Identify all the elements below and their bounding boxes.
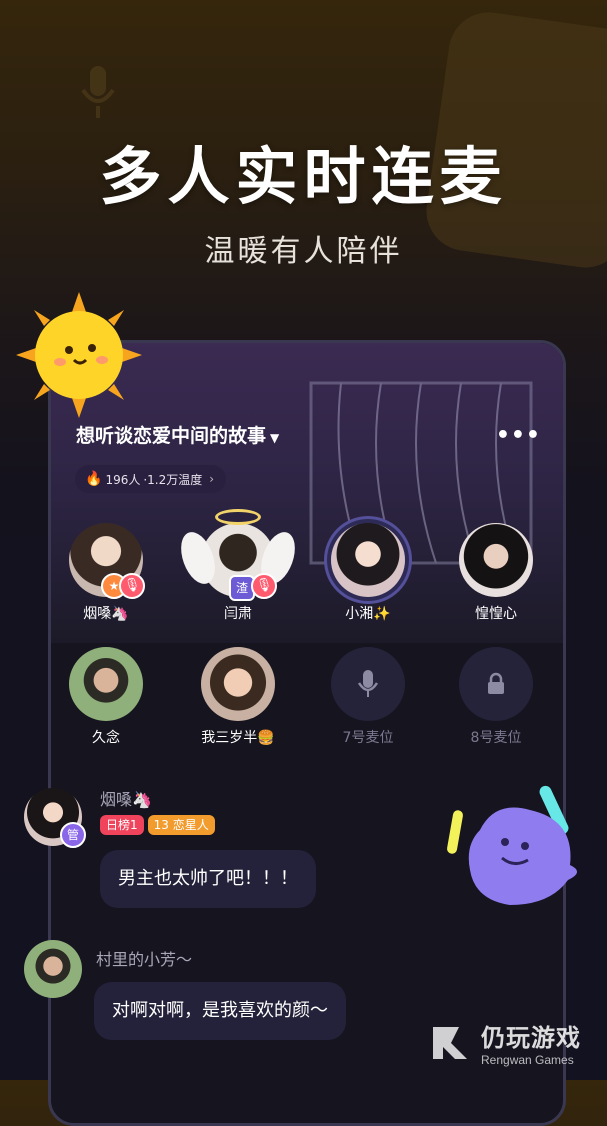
message-bubble: 男主也太帅了吧！！！	[100, 850, 316, 908]
seat-4[interactable]: 惶惶心	[441, 523, 551, 623]
halo-decoration	[215, 509, 261, 525]
seat-name: 我三岁半🍔	[201, 730, 275, 746]
online-count: 196人	[105, 472, 141, 487]
seat-3[interactable]: 小湘✨	[313, 523, 423, 623]
daily-rank-tag: 日榜1	[100, 815, 144, 835]
seat-name: 7号麦位	[342, 730, 394, 746]
headline: 多人实时连麦	[99, 140, 508, 213]
room-stats[interactable]: 🔥 196人 ·1.2万温度 ›	[75, 465, 227, 493]
level-tag: 13 恋星人	[147, 815, 215, 835]
seat-name: 小湘✨	[345, 606, 391, 622]
chevron-right-icon: ›	[209, 472, 215, 486]
seat-2[interactable]: 渣 🎙 闫肃	[174, 509, 302, 623]
subline: 温暖有人陪伴	[204, 234, 403, 269]
ghost-mascot-icon	[447, 785, 578, 905]
seat-6[interactable]: 我三岁半🍔	[183, 647, 293, 747]
mic-muted-icon: 🎙	[251, 573, 277, 599]
lock-icon	[488, 672, 504, 694]
sun-mascot-icon	[16, 292, 142, 418]
avatar	[459, 523, 533, 597]
heat-value: ·1.2万温度	[143, 472, 203, 487]
seat-7-empty[interactable]: 7号麦位	[313, 647, 423, 747]
seat-name: 闫肃	[224, 606, 252, 622]
message-sender-name: 烟嗓🦄	[100, 790, 152, 809]
message-avatar[interactable]	[24, 940, 82, 998]
mic-decoration-icon	[81, 66, 115, 118]
user-tags: 日榜1 13 恋星人	[100, 814, 219, 835]
seat-name: 8号麦位	[470, 730, 522, 746]
seat-1[interactable]: ★ 🎙 烟嗓🦄	[51, 523, 161, 623]
message-sender-name: 村里的小芳～	[96, 950, 193, 969]
watermark-en: Rengwan Games	[481, 1053, 574, 1067]
empty-seat	[459, 647, 533, 721]
avatar-speaking	[331, 523, 405, 597]
message-bubble: 对啊对啊，是我喜欢的颜～	[94, 982, 346, 1040]
room-title[interactable]: 想听谈恋爱中间的故事 ▼	[76, 421, 279, 448]
watermark: 仍玩游戏 Rengwan Games	[429, 1018, 581, 1067]
watermark-cn: 仍玩游戏	[481, 1024, 581, 1052]
message-avatar[interactable]: 管	[24, 788, 86, 848]
seat-name: 烟嗓🦄	[83, 606, 129, 622]
mic-muted-icon: 🎙	[119, 573, 145, 599]
seat-5[interactable]: 久念	[51, 647, 161, 747]
avatar: ★ 🎙	[69, 523, 145, 599]
avatar: 渣 🎙	[174, 509, 302, 601]
fire-icon: 🔥	[85, 471, 103, 487]
caret-down-icon: ▼	[270, 431, 280, 445]
microphone-icon	[357, 670, 379, 697]
avatar	[69, 647, 143, 721]
avatar	[201, 647, 275, 721]
empty-seat	[331, 647, 405, 721]
seat-name: 惶惶心	[475, 606, 517, 622]
seat-name: 久念	[92, 730, 120, 746]
room-title-text: 想听谈恋爱中间的故事	[76, 425, 267, 447]
more-options-button[interactable]: •••	[496, 423, 541, 448]
seat-8-locked[interactable]: 8号麦位	[441, 647, 551, 747]
rengwan-logo-icon	[433, 1026, 467, 1059]
admin-badge: 管	[60, 822, 86, 848]
